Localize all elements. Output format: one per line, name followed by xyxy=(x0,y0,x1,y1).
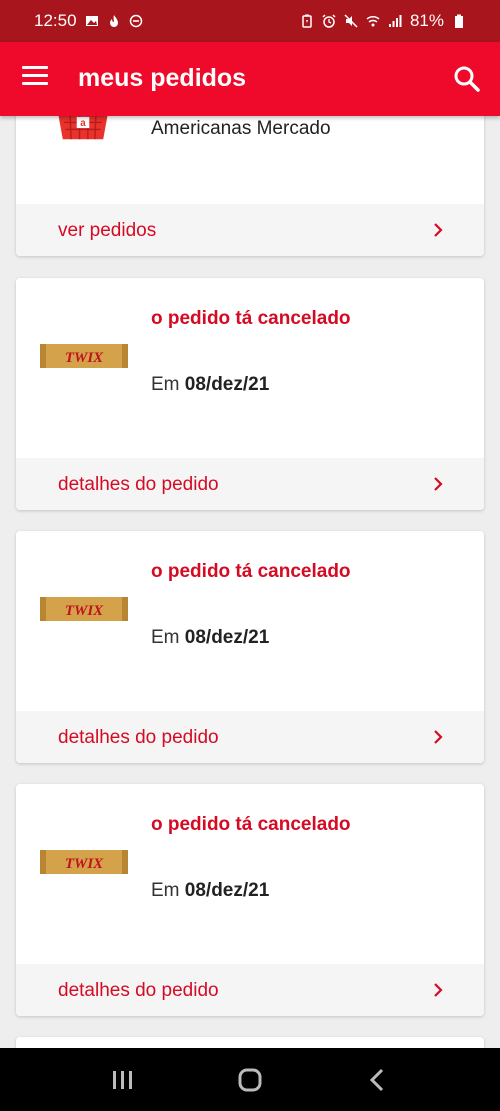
chevron-right-icon xyxy=(434,477,443,491)
mute-icon xyxy=(344,14,358,28)
order-details-label: detalhes do pedido xyxy=(58,980,219,1001)
app-bar: meus pedidos xyxy=(0,42,500,116)
order-details-button[interactable]: detalhes do pedido xyxy=(16,964,484,1016)
battery-icon xyxy=(455,14,463,28)
menu-icon-bar xyxy=(22,74,48,77)
wifi-icon xyxy=(366,15,380,27)
svg-text:TWIX: TWIX xyxy=(65,856,104,872)
home-icon xyxy=(238,1068,262,1091)
twix-product-image: TWIX xyxy=(40,344,128,368)
back-button[interactable] xyxy=(357,1063,397,1097)
back-icon xyxy=(369,1068,383,1091)
market-name: Americanas Mercado xyxy=(151,118,331,139)
order-status: o pedido tá cancelado xyxy=(151,814,351,835)
twix-product-image: TWIX xyxy=(40,597,128,621)
order-status: o pedido tá cancelado xyxy=(151,308,351,329)
do-not-disturb-icon xyxy=(129,14,142,28)
chevron-right-icon xyxy=(434,730,443,744)
order-card-partial xyxy=(16,1037,484,1048)
order-date-prefix: Em xyxy=(151,880,180,901)
order-date-prefix: Em xyxy=(151,374,180,395)
order-date-value: 08/dez/21 xyxy=(184,880,270,901)
flame-icon xyxy=(109,15,118,27)
order-details-label: detalhes do pedido xyxy=(58,474,219,495)
order-card: TWIX o pedido tá cancelado Em 08/dez/21 … xyxy=(16,278,484,510)
status-bar: 12:50 81% xyxy=(0,0,500,42)
order-card: TWIX o pedido tá cancelado Em 08/dez/21 … xyxy=(16,531,484,763)
search-icon[interactable] xyxy=(452,64,482,94)
battery-percent: 81% xyxy=(409,11,444,30)
order-details-button[interactable]: detalhes do pedido xyxy=(16,711,484,763)
view-orders-label: ver pedidos xyxy=(58,220,157,241)
system-nav-bar xyxy=(0,1048,500,1111)
order-date: Em 08/dez/21 xyxy=(151,880,269,902)
order-date: Em 08/dez/21 xyxy=(151,627,269,649)
svg-text:a: a xyxy=(80,118,86,129)
order-card: TWIX o pedido tá cancelado Em 08/dez/21 … xyxy=(16,784,484,1016)
battery-saver-icon xyxy=(302,14,312,28)
order-details-button[interactable]: detalhes do pedido xyxy=(16,458,484,510)
order-details-label: detalhes do pedido xyxy=(58,727,219,748)
gallery-icon xyxy=(85,16,98,26)
signal-icon xyxy=(388,15,402,27)
menu-icon xyxy=(22,66,48,69)
svg-text:TWIX: TWIX xyxy=(65,350,104,366)
order-date-value: 08/dez/21 xyxy=(184,374,270,395)
market-card: a Americanas Mercado ver pedidos xyxy=(16,116,484,256)
home-button[interactable] xyxy=(230,1063,270,1097)
status-time: 12:50 xyxy=(34,11,77,30)
twix-product-image: TWIX xyxy=(40,850,128,874)
page-title: meus pedidos xyxy=(78,64,247,92)
chevron-right-icon xyxy=(434,223,443,237)
order-date-value: 08/dez/21 xyxy=(184,627,270,648)
menu-icon-bar xyxy=(22,82,48,85)
alarm-icon xyxy=(322,14,336,28)
recent-apps-button[interactable] xyxy=(103,1063,143,1097)
basket-icon: a xyxy=(58,116,108,140)
view-orders-button[interactable]: ver pedidos xyxy=(16,204,484,256)
menu-button[interactable] xyxy=(22,66,50,88)
orders-list: a Americanas Mercado ver pedidos TWIX o … xyxy=(0,116,500,1048)
order-status: o pedido tá cancelado xyxy=(151,561,351,582)
chevron-right-icon xyxy=(434,983,443,997)
recent-apps-icon xyxy=(113,1070,133,1089)
order-date: Em 08/dez/21 xyxy=(151,374,269,396)
svg-text:TWIX: TWIX xyxy=(65,603,104,619)
order-date-prefix: Em xyxy=(151,627,180,648)
